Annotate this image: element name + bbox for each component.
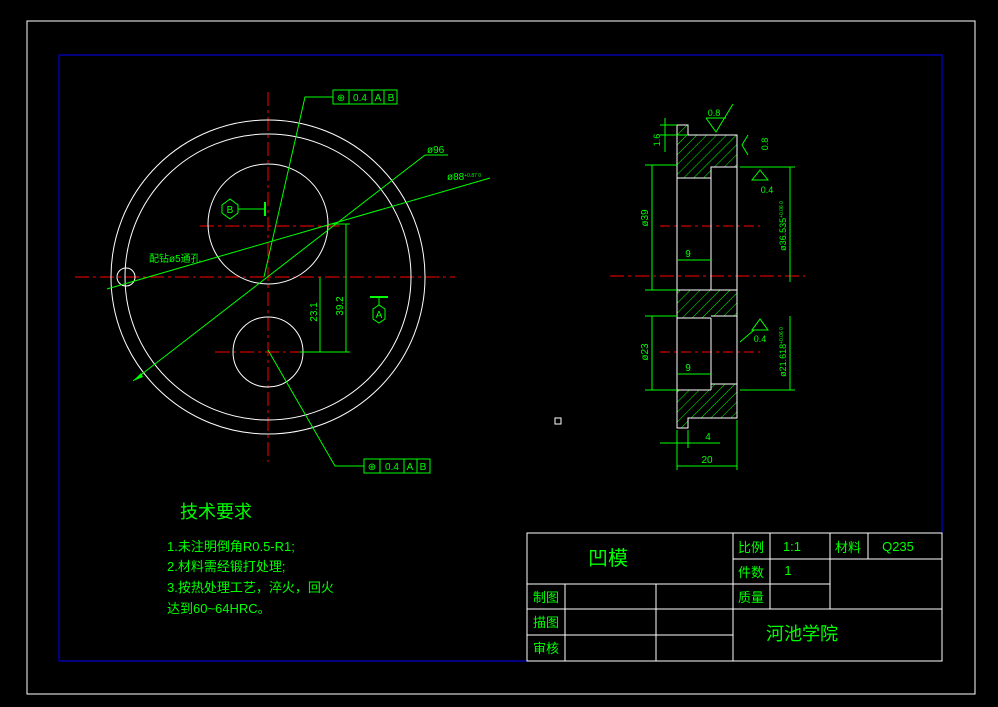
material-label: 材料: [835, 540, 861, 555]
gdt-top-datum-b: B: [388, 93, 395, 104]
tech-requirements: 技术要求 1.未注明倒角R0.5-R1; 2.材料需经锻打处理; 3.按热处理工…: [167, 502, 334, 616]
roughness-top-value: 0.8: [708, 108, 721, 118]
quantity-label: 件数: [738, 565, 764, 580]
gdt-top-datum-a: A: [375, 93, 382, 104]
gdt-top-tolerance: 0.4: [353, 93, 367, 104]
dim-39-2: 39.2: [335, 296, 346, 316]
dim-width-20: 20: [701, 455, 713, 466]
dia96-arrow: [133, 373, 143, 381]
cad-drawing: ⊕ 0.4 A B ⊕ 0.4 A B B A 23.1 39.2 ø96 ø8…: [26, 20, 976, 695]
material-value: Q235: [882, 539, 914, 554]
gdt-top-symbol: ⊕: [337, 93, 345, 104]
scale-value: 1:1: [783, 539, 801, 554]
quantity-value: 1: [784, 563, 791, 578]
dim-upper-bore: ø36.535+0.06 0: [778, 201, 788, 251]
dim-depth-9-bottom: 9: [685, 363, 691, 374]
lower-bore-outline: [677, 315, 737, 391]
gdt-bottom-leader: [267, 349, 364, 467]
dim-dia88: ø88+0.87 0: [447, 172, 481, 183]
dim-section-23: ø23: [640, 343, 651, 361]
section-view: ø39 ø23 ø36.535+0.06 0 ø21.618+0.06 0 9 …: [610, 103, 805, 470]
gdt-bottom-datum-a: A: [407, 462, 414, 473]
roughness-mid: 0.4: [750, 169, 774, 195]
roughness-top: 0.8: [705, 103, 734, 133]
dim-step-1-6: 1.6: [652, 134, 662, 147]
gdt-frame-top: ⊕ 0.4 A B: [332, 89, 398, 105]
hatch-bottom: [677, 384, 737, 428]
gdt-bottom-symbol: ⊕: [368, 462, 376, 473]
scale-label: 比例: [738, 540, 764, 555]
dim-depth-9-top: 9: [685, 249, 691, 260]
dim-lower-bore-tol: +0.06 0: [779, 327, 785, 344]
cad-cursor[interactable]: [554, 417, 562, 425]
dim-dia88-value: ø88: [447, 172, 465, 183]
dim-dia88-tol: +0.87 0: [464, 173, 481, 179]
gdt-frame-bottom: ⊕ 0.4 A B: [363, 458, 431, 474]
tech-requirement-2: 2.材料需经锻打处理;: [167, 559, 285, 574]
mass-label: 质量: [738, 590, 764, 605]
gdt-bottom-datum-b: B: [420, 462, 427, 473]
hatch-top: [677, 125, 737, 178]
dim-upper-bore-tol: +0.06 0: [779, 201, 785, 218]
roughness-mid-value: 0.4: [761, 185, 774, 195]
front-view: ⊕ 0.4 A B ⊕ 0.4 A B B A 23.1 39.2 ø96 ø8…: [75, 89, 491, 474]
checked-label: 审核: [533, 641, 559, 656]
datum-a-marker: A: [370, 296, 388, 324]
dim-upper-bore-value: ø36.535: [778, 218, 788, 251]
dim-section-39: ø39: [640, 209, 651, 227]
datum-b-label: B: [227, 205, 234, 216]
hole-note: 配钻ø5通孔: [149, 252, 201, 265]
roughness-low: 0.4: [739, 318, 769, 344]
drawn-label: 制图: [533, 590, 559, 605]
part-name: 凹模: [588, 547, 628, 570]
roughness-right-value: 0.8: [760, 138, 770, 151]
dim-lower-bore: ø21.618+0.06 0: [778, 327, 788, 377]
dim-lower-bore-value: ø21.618: [778, 344, 788, 377]
traced-label: 描图: [533, 615, 559, 630]
dim-dia96: ø96: [427, 145, 445, 156]
tech-requirement-3: 3.按热处理工艺，淬火，回火: [167, 580, 334, 595]
roughness-low-value: 0.4: [754, 334, 767, 344]
dia96-leader: [132, 154, 426, 382]
dia88-leader: [106, 177, 491, 290]
tech-requirement-4: 达到60~64HRC。: [167, 601, 271, 616]
school-name: 河池学院: [766, 624, 838, 644]
dim-23-1: 23.1: [309, 302, 320, 322]
datum-a-label: A: [376, 310, 383, 321]
roughness-right: 0.8: [741, 134, 770, 156]
tech-requirements-title: 技术要求: [180, 502, 252, 522]
tech-requirement-1: 1.未注明倒角R0.5-R1;: [167, 539, 295, 554]
gdt-top-leader: [263, 96, 333, 278]
hatch-middle: [677, 290, 737, 318]
dim-flange-4: 4: [705, 432, 711, 443]
datum-b-marker: B: [221, 198, 266, 220]
gdt-bottom-tolerance: 0.4: [385, 462, 399, 473]
